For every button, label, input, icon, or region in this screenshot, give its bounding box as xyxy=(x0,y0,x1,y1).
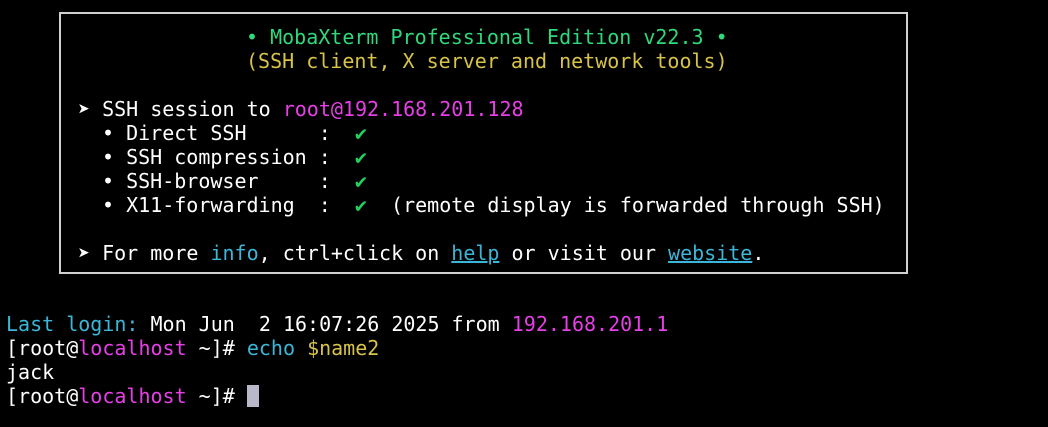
prompt-open: [root@ xyxy=(6,336,79,360)
feature-direct-ssh: • Direct SSH : ✔ xyxy=(102,121,367,145)
banner-title: • MobaXterm Professional Edition v22.3 • xyxy=(246,25,728,49)
more-mid2: or visit our xyxy=(499,241,669,265)
command-line-1: [root@localhost ~]# echo $name2 xyxy=(6,336,379,360)
command-argument: $name2 xyxy=(307,336,380,360)
last-login-date: Mon Jun 2 16:07:26 2025 from xyxy=(138,312,512,336)
feature-label: X11-forwarding : xyxy=(126,193,331,217)
banner-subtitle: (SSH client, X server and network tools) xyxy=(246,49,728,73)
last-login-line: Last login: Mon Jun 2 16:07:26 2025 from… xyxy=(6,312,668,336)
website-link[interactable]: website xyxy=(668,241,752,265)
feature-bullet: • xyxy=(102,145,115,169)
session-prefix: ➤ SSH session to xyxy=(78,97,283,121)
more-mid: , ctrl+click on xyxy=(258,241,452,265)
terminal-cursor[interactable] xyxy=(246,385,259,407)
more-info-line: ➤ For more info, ctrl+click on help or v… xyxy=(78,241,764,265)
prompt-open: [root@ xyxy=(6,384,79,408)
info-link[interactable]: info xyxy=(210,241,258,265)
welcome-banner: • MobaXterm Professional Edition v22.3 •… xyxy=(59,12,908,274)
checkmark-icon: ✔ xyxy=(354,193,367,217)
help-link[interactable]: help xyxy=(451,241,499,265)
checkmark-icon: ✔ xyxy=(354,121,367,145)
more-end: . xyxy=(752,241,765,265)
checkmark-icon: ✔ xyxy=(354,145,367,169)
command-output: jack xyxy=(6,360,55,384)
feature-bullet: • xyxy=(102,121,115,145)
feature-label: SSH compression : xyxy=(126,145,331,169)
last-login-ip: 192.168.201.1 xyxy=(511,312,669,336)
more-prefix: ➤ For more xyxy=(78,241,211,265)
prompt-host: localhost xyxy=(78,384,187,408)
prompt-host: localhost xyxy=(78,336,187,360)
feature-bullet: • xyxy=(102,169,115,193)
session-target: root@192.168.201.128 xyxy=(282,97,524,121)
session-line: ➤ SSH session to root@192.168.201.128 xyxy=(78,97,524,121)
checkmark-icon: ✔ xyxy=(354,169,367,193)
feature-ssh-browser: • SSH-browser : ✔ xyxy=(102,169,367,193)
feature-bullet: • xyxy=(102,193,115,217)
command-line-2[interactable]: [root@localhost ~]# xyxy=(6,384,259,408)
prompt-close: ~]# xyxy=(186,336,247,360)
feature-x11-forwarding: • X11-forwarding : ✔ (remote display is … xyxy=(102,193,885,217)
feature-label: SSH-browser : xyxy=(126,169,331,193)
prompt-close: ~]# xyxy=(186,384,247,408)
feature-ssh-compression: • SSH compression : ✔ xyxy=(102,145,367,169)
command-name: echo xyxy=(246,336,296,360)
feature-note: (remote display is forwarded through SSH… xyxy=(391,193,885,217)
last-login-label: Last login: xyxy=(6,312,139,336)
feature-label: Direct SSH : xyxy=(126,121,331,145)
